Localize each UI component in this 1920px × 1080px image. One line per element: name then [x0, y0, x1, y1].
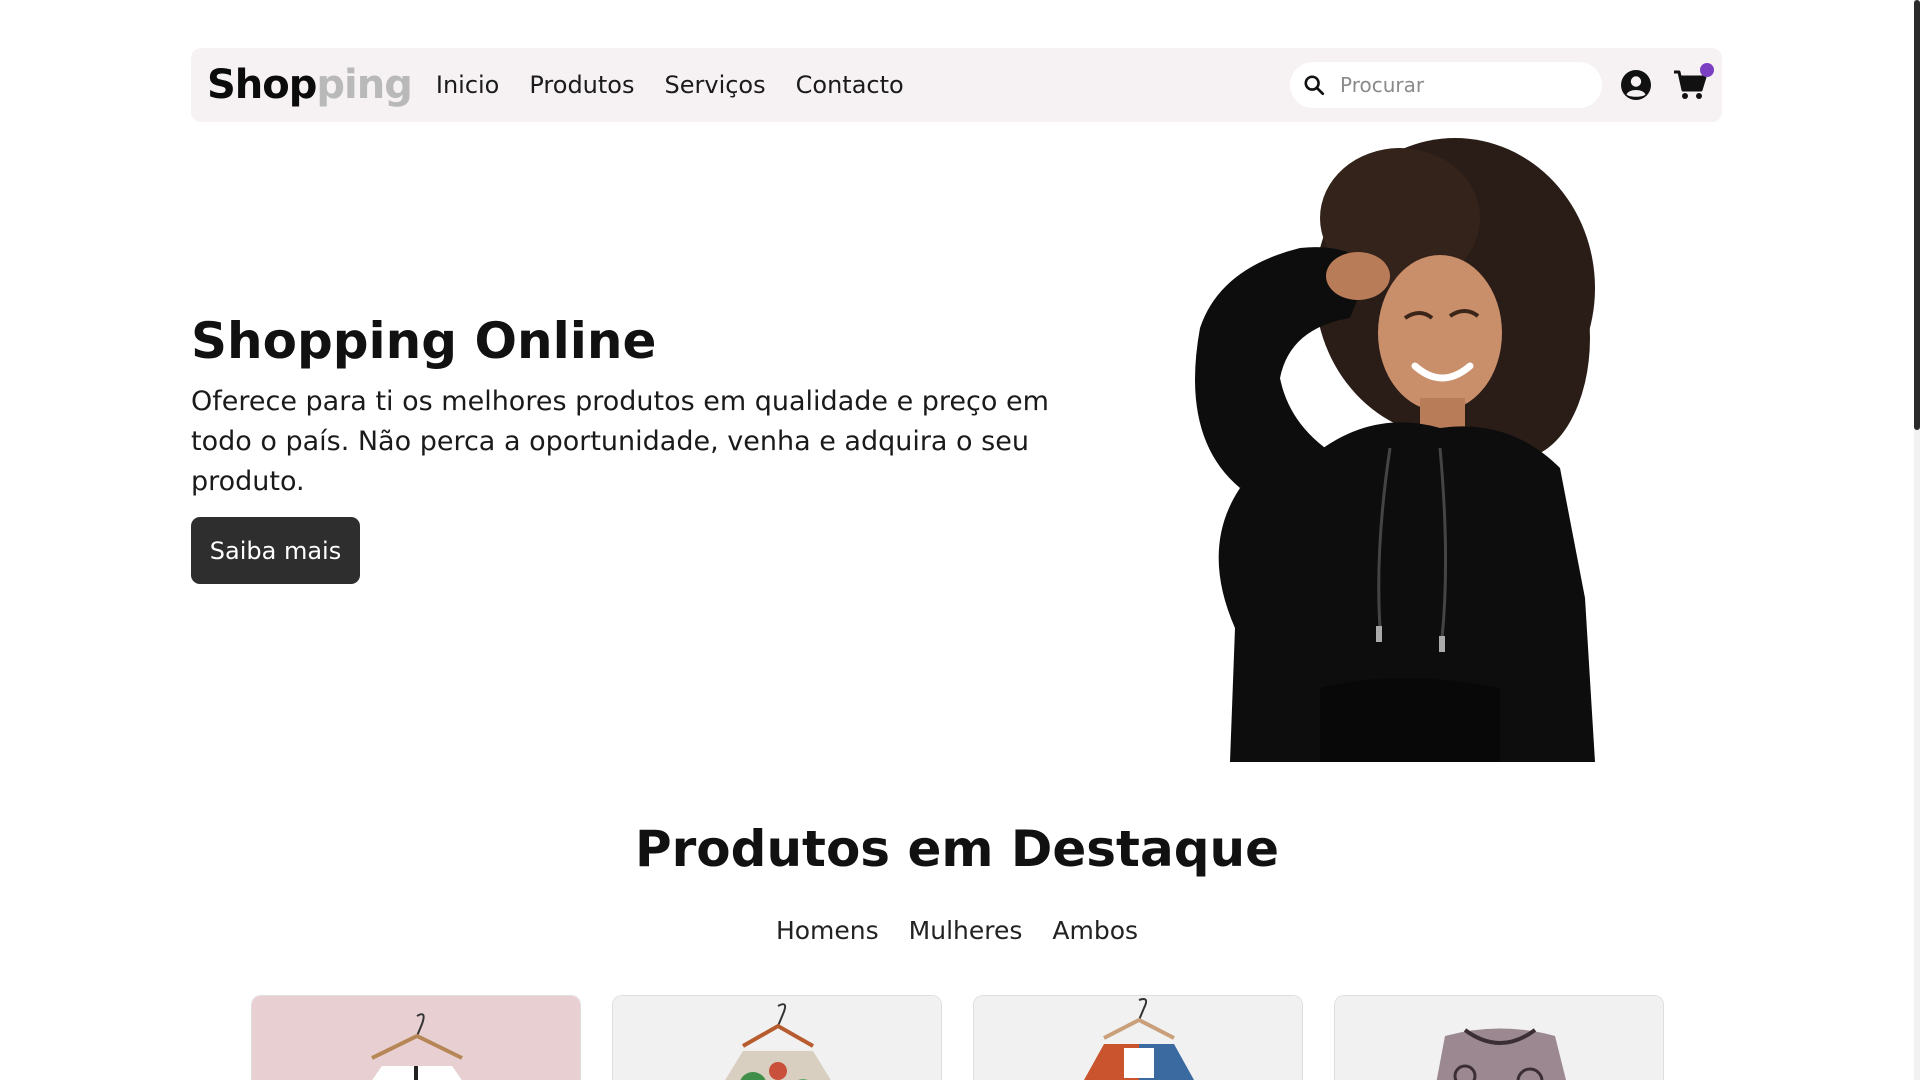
product-image-white-shirt — [252, 996, 580, 1080]
product-image-paisley-top — [1335, 996, 1663, 1080]
filter-tab-mulheres[interactable]: Mulheres — [909, 916, 1023, 945]
product-card[interactable] — [612, 995, 942, 1080]
scrollbar-thumb[interactable] — [1914, 0, 1920, 430]
featured-title: Produtos em Destaque — [635, 820, 1279, 878]
nav-link-produtos[interactable]: Produtos — [529, 71, 634, 99]
hero-model-image — [1195, 138, 1595, 762]
product-grid — [251, 995, 1664, 1080]
user-circle-icon — [1621, 70, 1651, 100]
cart-button[interactable] — [1672, 63, 1714, 103]
navbar: Shopping Inicio Produtos Serviços Contac… — [191, 48, 1722, 122]
hero-title: Shopping Online — [191, 312, 657, 370]
product-image-floral-shirt — [613, 996, 941, 1080]
cart-badge — [1700, 63, 1714, 77]
account-button[interactable] — [1618, 67, 1654, 103]
filter-tab-homens[interactable]: Homens — [776, 916, 879, 945]
learn-more-button[interactable]: Saiba mais — [191, 517, 360, 584]
page: Shopping Inicio Produtos Serviços Contac… — [0, 0, 1920, 1080]
search-box[interactable] — [1290, 62, 1602, 108]
product-card[interactable] — [1334, 995, 1664, 1080]
hero-description: Oferece para ti os melhores produtos em … — [191, 386, 1049, 497]
brand-logo[interactable]: Shopping — [207, 62, 413, 108]
search-input[interactable] — [1338, 72, 1578, 98]
brand-part-dark: Shop — [207, 62, 317, 108]
nav-links: Inicio Produtos Serviços Contacto — [436, 71, 904, 99]
product-card[interactable] — [251, 995, 581, 1080]
nav-link-contacto[interactable]: Contacto — [796, 71, 904, 99]
brand-part-light: ping — [316, 62, 412, 108]
nav-link-servicos[interactable]: Serviços — [665, 71, 766, 99]
product-card[interactable] — [973, 995, 1303, 1080]
product-filters: Homens Mulheres Ambos — [0, 916, 1914, 945]
scrollbar-track[interactable] — [1914, 0, 1920, 1080]
product-image-orange-shirt — [974, 996, 1302, 1080]
filter-tab-ambos[interactable]: Ambos — [1052, 916, 1138, 945]
nav-link-inicio[interactable]: Inicio — [436, 71, 500, 99]
search-icon[interactable] — [1302, 73, 1326, 97]
